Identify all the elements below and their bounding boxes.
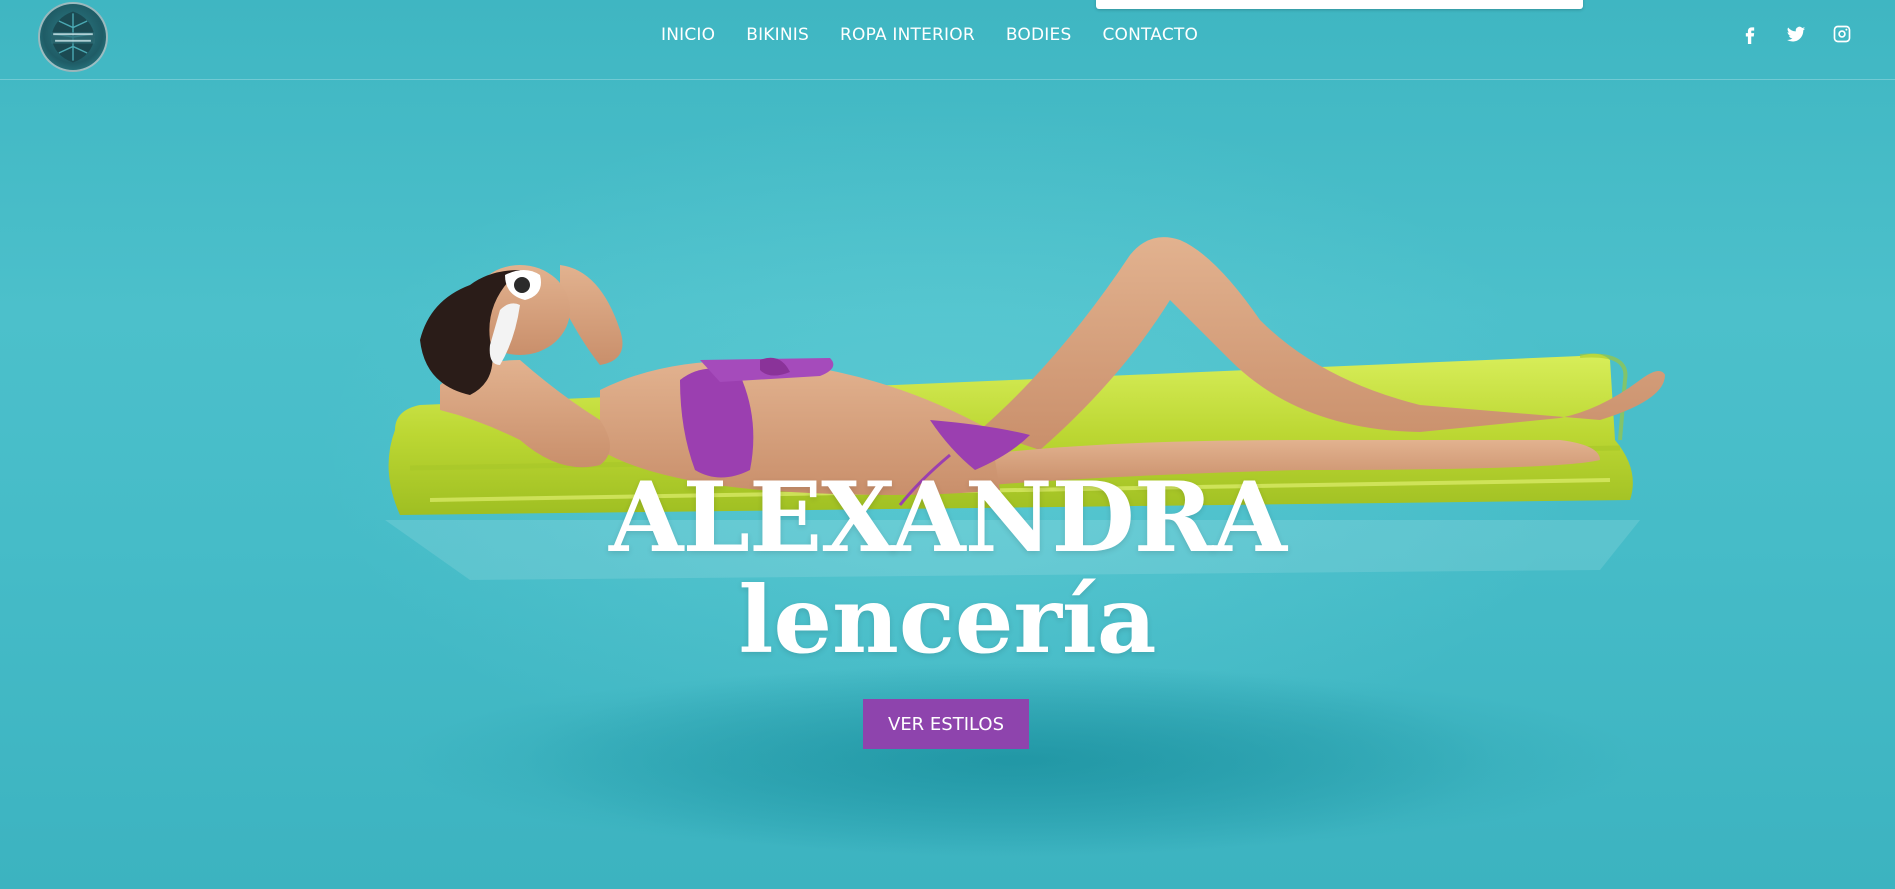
hero-background-photo	[385, 237, 1665, 855]
nav-item-contacto[interactable]: CONTACTO	[1102, 25, 1198, 45]
ver-estilos-button[interactable]: VER ESTILOS	[863, 699, 1029, 749]
nav-item-bodies[interactable]: BODIES	[1006, 25, 1072, 45]
dropdown-panel	[1096, 0, 1583, 9]
nav-item-ropa-interior[interactable]: ROPA INTERIOR	[840, 25, 975, 45]
main-nav: INICIO BIKINIS ROPA INTERIOR BODIES CONT…	[661, 25, 1198, 45]
hero-subtitle: lencería	[738, 566, 1157, 674]
nav-item-bikinis[interactable]: BIKINIS	[746, 25, 809, 45]
nav-item-inicio[interactable]: INICIO	[661, 25, 715, 45]
monstera-leaf-icon	[51, 11, 95, 63]
site-header: INICIO BIKINIS ROPA INTERIOR BODIES CONT…	[0, 0, 1895, 80]
instagram-icon[interactable]	[1832, 24, 1852, 44]
twitter-icon[interactable]	[1786, 24, 1806, 44]
social-links	[1740, 24, 1852, 44]
facebook-icon[interactable]	[1740, 24, 1760, 44]
brand-logo[interactable]	[38, 2, 108, 72]
hero-title: ALEXANDRA	[609, 461, 1287, 574]
hero-section: INICIO BIKINIS ROPA INTERIOR BODIES CONT…	[0, 0, 1895, 889]
